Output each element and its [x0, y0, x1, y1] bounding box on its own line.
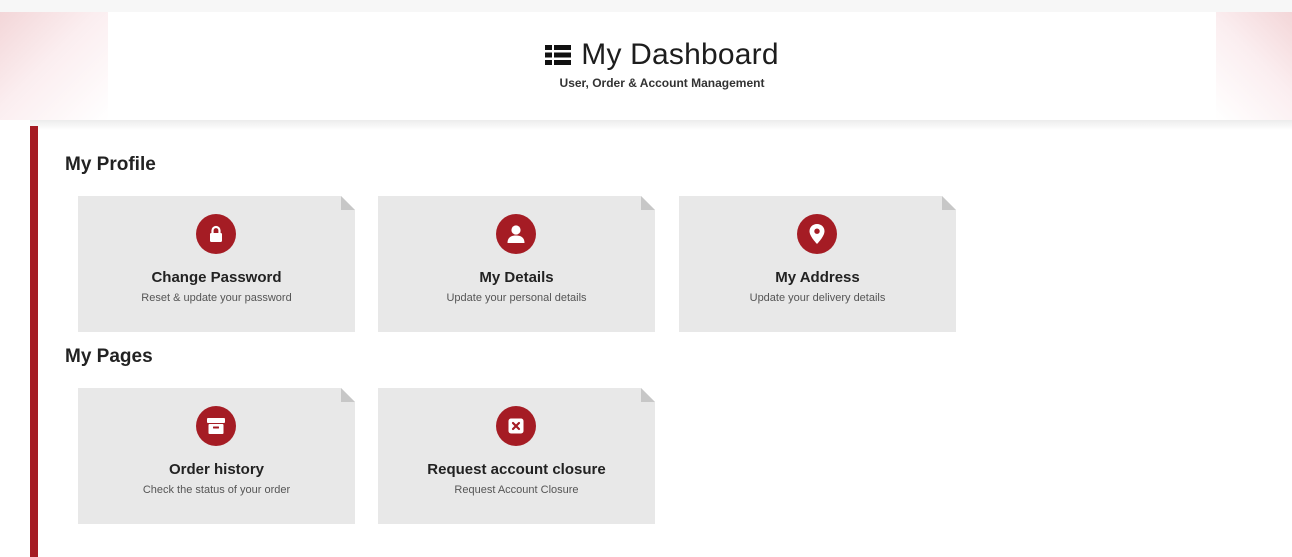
card-description: Update your personal details: [446, 292, 587, 304]
page-subtitle: User, Order & Account Management: [559, 76, 765, 90]
section-heading-my-pages: My Pages: [65, 346, 153, 367]
header-decoration-right: [1216, 12, 1292, 120]
request-account-closure-card[interactable]: Request account closure Request Account …: [378, 388, 655, 524]
card-fold: [341, 388, 355, 402]
card-description: Update your delivery details: [749, 292, 886, 304]
user-icon: [496, 214, 536, 254]
close-box-icon: [496, 406, 536, 446]
header-decoration-left: [0, 12, 108, 120]
dashboard-grid-icon: [545, 45, 572, 65]
card-title: My Details: [479, 269, 554, 286]
card-title: Change Password: [151, 269, 282, 286]
card-description: Reset & update your password: [141, 292, 292, 304]
card-fold: [942, 196, 956, 210]
map-pin-icon: [797, 214, 837, 254]
card-title: Order history: [168, 461, 265, 478]
card-fold: [341, 196, 355, 210]
dashboard-header: My Dashboard User, Order & Account Manag…: [108, 12, 1216, 120]
lock-icon: [196, 214, 236, 254]
archive-box-icon: [196, 406, 236, 446]
order-history-card[interactable]: Order history Check the status of your o…: [78, 388, 355, 524]
card-title: Request account closure: [427, 461, 606, 478]
card-fold: [641, 388, 655, 402]
my-address-card[interactable]: My Address Update your delivery details: [679, 196, 956, 332]
card-description: Check the status of your order: [142, 484, 291, 496]
my-details-card[interactable]: My Details Update your personal details: [378, 196, 655, 332]
top-rule: [0, 0, 1292, 12]
header-shadow: [30, 120, 1292, 130]
accent-bar: [30, 126, 38, 557]
change-password-card[interactable]: Change Password Reset & update your pass…: [78, 196, 355, 332]
card-fold: [641, 196, 655, 210]
title-row: My Dashboard: [108, 38, 1216, 72]
card-title: My Address: [775, 269, 860, 286]
section-heading-my-profile: My Profile: [65, 154, 156, 175]
page-title: My Dashboard: [581, 38, 779, 71]
card-description: Request Account Closure: [454, 484, 579, 496]
